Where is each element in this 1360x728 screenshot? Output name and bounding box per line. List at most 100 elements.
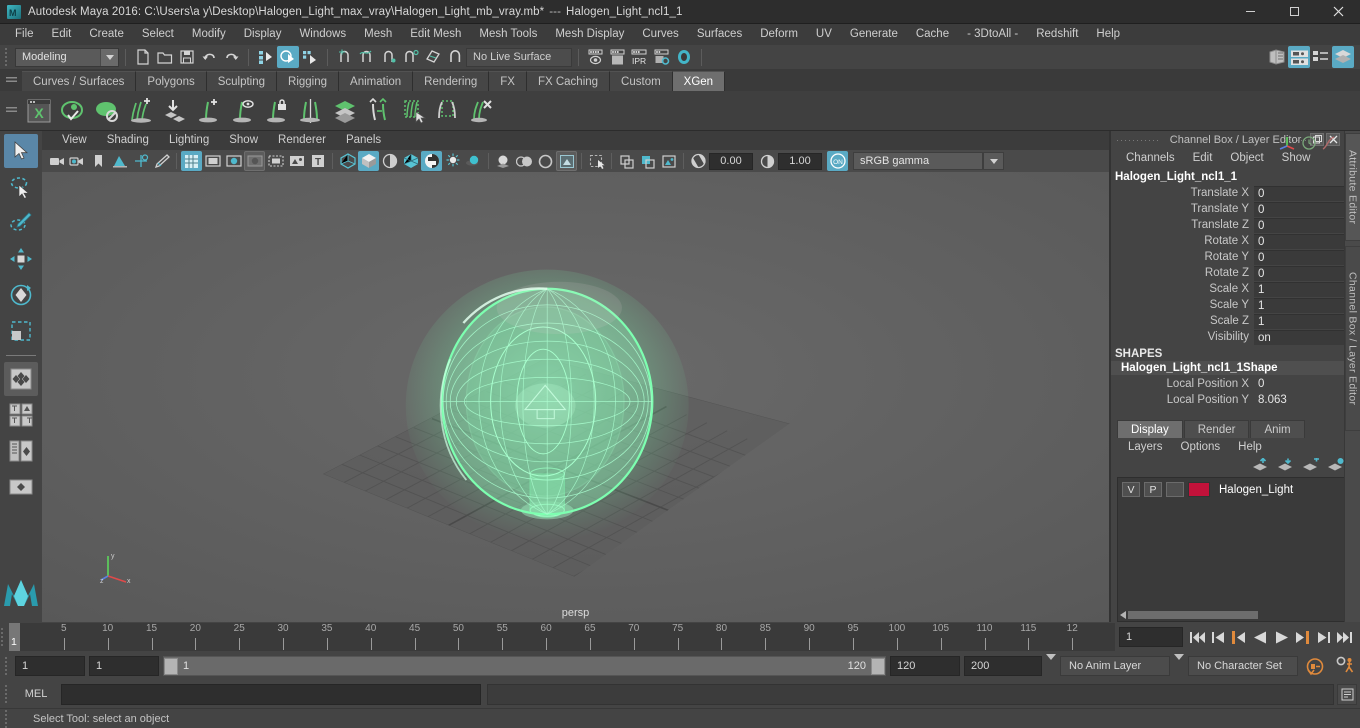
- step-forward-key-icon[interactable]: [1313, 626, 1333, 648]
- two-d-pan-zoom-icon[interactable]: [130, 151, 151, 171]
- xgen-guide-visibility-icon[interactable]: [226, 94, 260, 128]
- axis-gizmo-icon[interactable]: [1279, 135, 1296, 153]
- script-editor-icon[interactable]: [1337, 683, 1357, 705]
- layer-row-halogen-light[interactable]: V P Halogen_Light: [1118, 480, 1355, 499]
- menu-modify[interactable]: Modify: [183, 24, 235, 45]
- statusline-grip[interactable]: [4, 46, 11, 68]
- command-language-label[interactable]: MEL: [11, 688, 61, 700]
- viewport-canvas[interactable]: y x z persp: [42, 172, 1109, 622]
- xgen-layers-icon[interactable]: [328, 94, 362, 128]
- timeslider-grip[interactable]: [0, 626, 7, 648]
- xgen-window-icon[interactable]: X: [22, 94, 56, 128]
- shelf-tab-animation[interactable]: Animation: [339, 71, 414, 91]
- select-by-object-icon[interactable]: [277, 46, 299, 68]
- curve-icon[interactable]: [1322, 135, 1336, 153]
- menuset-selector[interactable]: Modeling: [15, 47, 119, 67]
- menu-windows[interactable]: Windows: [290, 24, 355, 45]
- attribute-editor-tab[interactable]: Attribute Editor: [1344, 133, 1360, 241]
- view-image-icon[interactable]: [658, 151, 679, 171]
- menu-mesh-tools[interactable]: Mesh Tools: [470, 24, 546, 45]
- layer-list-hscrollbar[interactable]: [1118, 609, 1355, 621]
- channelbox-menu-channels[interactable]: Channels: [1117, 149, 1184, 168]
- clock-icon[interactable]: [1302, 135, 1316, 153]
- xray-joints-icon[interactable]: [616, 151, 637, 171]
- smooth-shade-all-icon[interactable]: [358, 151, 379, 171]
- color-management-toggle-icon[interactable]: ON: [827, 151, 848, 171]
- auto-key-icon[interactable]: [1302, 657, 1328, 676]
- scroll-left-arrow-icon[interactable]: [1118, 611, 1128, 619]
- snap-to-grid-icon[interactable]: [334, 46, 356, 68]
- texture-toggle-icon[interactable]: [421, 151, 442, 171]
- rangeslider-grip[interactable]: [4, 655, 11, 677]
- menu-help[interactable]: Help: [1087, 24, 1129, 45]
- xgen-region-box-icon[interactable]: [430, 94, 464, 128]
- channel-row-translate-x[interactable]: Translate X 0: [1111, 185, 1360, 201]
- safe-title-icon[interactable]: [286, 151, 307, 171]
- channel-row-local-position-y[interactable]: Local Position Y 8.063: [1111, 392, 1360, 408]
- step-forward-frame-icon[interactable]: [1292, 626, 1312, 648]
- time-slider[interactable]: 1 5 10 15 20 25 30 35 40 45 50 55 60 65 70 75 80 85 90 95 1…: [9, 623, 1115, 651]
- animation-preferences-icon[interactable]: [1332, 656, 1360, 676]
- viewport-menu-shading[interactable]: Shading: [97, 131, 159, 150]
- xray-icon[interactable]: [586, 151, 607, 171]
- select-camera-icon[interactable]: [46, 151, 67, 171]
- viewport-menu-show[interactable]: Show: [219, 131, 268, 150]
- command-input[interactable]: [61, 683, 481, 705]
- single-persp-layout-icon[interactable]: [4, 470, 38, 504]
- exposure-value-field[interactable]: 0.00: [709, 152, 753, 170]
- shelf-icons-grip[interactable]: [0, 100, 22, 122]
- save-scene-icon[interactable]: [176, 46, 198, 68]
- character-set-chevron-icon[interactable]: [1174, 654, 1184, 672]
- step-back-key-icon[interactable]: [1208, 626, 1228, 648]
- channel-row-rotate-x[interactable]: Rotate X 0: [1111, 233, 1360, 249]
- channel-row-visibility[interactable]: Visibility on: [1111, 329, 1360, 345]
- playback-start-field[interactable]: 1: [89, 656, 159, 676]
- gamma-value-field[interactable]: 1.00: [778, 152, 822, 170]
- render-sequence-icon[interactable]: [607, 46, 629, 68]
- helpline-grip[interactable]: [4, 707, 11, 728]
- film-gate-icon[interactable]: [202, 151, 223, 171]
- step-back-frame-icon[interactable]: [1229, 626, 1249, 648]
- layers-menu-help[interactable]: Help: [1229, 438, 1271, 457]
- close-button[interactable]: [1316, 0, 1360, 24]
- undo-icon[interactable]: [198, 46, 220, 68]
- channel-row-translate-y[interactable]: Translate Y 0: [1111, 201, 1360, 217]
- layer-color-swatch[interactable]: [1188, 482, 1210, 497]
- rotate-tool[interactable]: [4, 278, 38, 312]
- move-layer-down-icon[interactable]: [1277, 458, 1294, 475]
- xgen-delete-guide-icon[interactable]: [464, 94, 498, 128]
- shelf-tab-polygons[interactable]: Polygons: [136, 71, 207, 91]
- shelf-tab-curves-surfaces[interactable]: Curves / Surfaces: [22, 71, 137, 91]
- move-layer-up-icon[interactable]: [1252, 456, 1269, 475]
- menu-deform[interactable]: Deform: [751, 24, 807, 45]
- current-frame-field[interactable]: 1: [1119, 627, 1183, 647]
- wireframe-on-shaded-icon[interactable]: [400, 151, 421, 171]
- multisample-aa-icon[interactable]: [535, 151, 556, 171]
- select-tool[interactable]: [4, 134, 38, 168]
- channelbox-menu-edit[interactable]: Edit: [1184, 149, 1222, 168]
- menu-edit-mesh[interactable]: Edit Mesh: [401, 24, 470, 45]
- render-current-frame-icon[interactable]: [585, 46, 607, 68]
- xgen-move-guide-icon[interactable]: [362, 94, 396, 128]
- shelf-tab-custom[interactable]: Custom: [610, 71, 673, 91]
- menu-redshift[interactable]: Redshift: [1027, 24, 1087, 45]
- channel-row-rotate-z[interactable]: Rotate Z 0: [1111, 265, 1360, 281]
- shade-selected-items-icon[interactable]: [379, 151, 400, 171]
- layers-menu-layers[interactable]: Layers: [1119, 438, 1172, 457]
- layer-visibility-toggle[interactable]: V: [1122, 482, 1140, 497]
- bookmark-icon[interactable]: [88, 151, 109, 171]
- snap-to-point-icon[interactable]: [378, 46, 400, 68]
- tab-render[interactable]: Render: [1183, 420, 1250, 438]
- viewport-menu-view[interactable]: View: [52, 131, 97, 150]
- layer-playback-toggle[interactable]: P: [1144, 482, 1162, 497]
- motion-blur-icon[interactable]: [514, 151, 535, 171]
- xgen-add-guide-icon[interactable]: [192, 94, 226, 128]
- panel-grip-left[interactable]: [1117, 135, 1161, 145]
- menu-surfaces[interactable]: Surfaces: [688, 24, 751, 45]
- viewport-menu-lighting[interactable]: Lighting: [159, 131, 219, 150]
- channel-box-toggle-icon[interactable]: [1332, 46, 1354, 68]
- shelf-tab-fx-caching[interactable]: FX Caching: [526, 71, 611, 91]
- range-start-handle[interactable]: [164, 657, 178, 675]
- last-tool-used[interactable]: [4, 362, 38, 396]
- menu-display[interactable]: Display: [235, 24, 291, 45]
